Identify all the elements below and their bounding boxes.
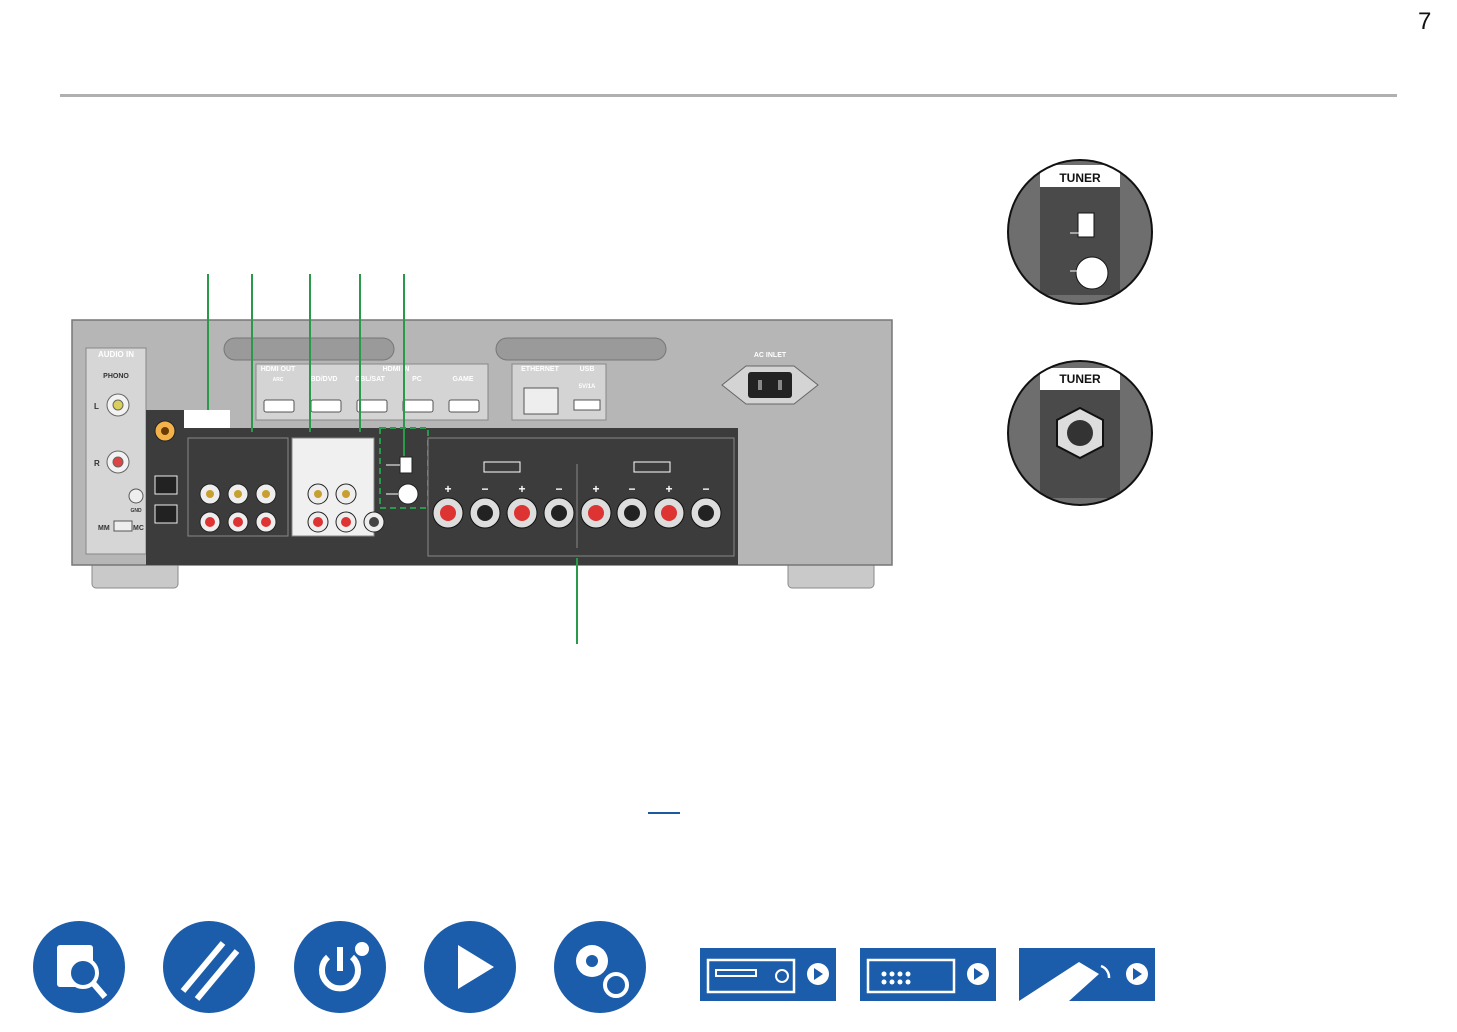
mm-mc-switch [113,520,133,532]
phono-label: PHONO [103,373,129,380]
antenna-right [495,337,667,361]
tuner-label-bottom: TUNER [1059,372,1101,386]
play-icon[interactable] [424,921,516,1013]
gnd-terminal [128,488,144,504]
hdmi-in-game: GAME [453,376,474,383]
tuner-am-jack [397,483,419,505]
hdmi-in-port-3 [402,399,434,413]
page-link[interactable] [648,812,680,814]
optical-jack-2 [154,504,178,524]
speaker-terminals [427,437,735,557]
ethernet-port [523,387,559,415]
hdmi-out-port [263,399,295,413]
svg-text:+: + [444,482,451,496]
ethernet-label: ETHERNET [521,366,559,373]
tuner-label-top: TUNER [1059,171,1101,185]
usb-label: USB [580,366,595,373]
svg-text:−: − [555,482,562,496]
mm-label: MM [98,525,110,532]
rca-row-red [199,511,277,533]
remote-tile[interactable] [1019,948,1155,1001]
hdmi-in-bd: BD/DVD [311,376,338,383]
hdmi-in-label: HDMI IN [383,366,410,373]
svg-text:−: − [628,482,635,496]
rca-row-white [199,483,277,505]
usb-sub: 5V/1A [579,384,596,390]
front-panel-tile[interactable] [700,948,836,1001]
tuner-fm-jack [399,456,413,474]
tuner-zoom-fm: TUNER [1007,159,1153,305]
hdmi-in-port-4 [448,399,480,413]
page-number: 7 [1418,8,1432,35]
hdmi-in-port-1 [310,399,342,413]
phono-left-label: L [94,402,99,411]
cables-icon[interactable] [163,921,255,1013]
tuner-zoom-coax: TUNER [1007,360,1153,506]
manual-search-icon[interactable] [33,921,125,1013]
rear-panel-diagram: AUDIO IN PHONO L R GND MM MC + − + − + −… [71,274,893,644]
svg-text:+: + [518,482,525,496]
usb-port [573,399,601,411]
rear-panel-tile[interactable] [860,948,996,1001]
optical-jack-1 [154,475,178,495]
hdmi-out-label: HDMI OUT [261,366,296,373]
svg-text:+: + [592,482,599,496]
svg-text:−: − [702,482,709,496]
audio-in-label: AUDIO IN [98,350,134,359]
fm-connector [1077,212,1095,238]
phono-right-label: R [94,459,100,468]
mc-label: MC [133,525,144,532]
am-connector [1075,256,1109,290]
hdmi-in-port-2 [356,399,388,413]
gnd-label: GND [130,508,142,514]
power-settings-icon[interactable] [294,921,386,1013]
svg-text:+: + [665,482,672,496]
ac-inlet-label: AC INLET [754,352,787,359]
hdmi-out-sub: ARC [273,377,284,383]
gears-icon[interactable] [554,921,646,1013]
hdmi-in-pc: PC [412,376,422,383]
line-out-block [291,437,375,537]
svg-text:−: − [481,482,488,496]
